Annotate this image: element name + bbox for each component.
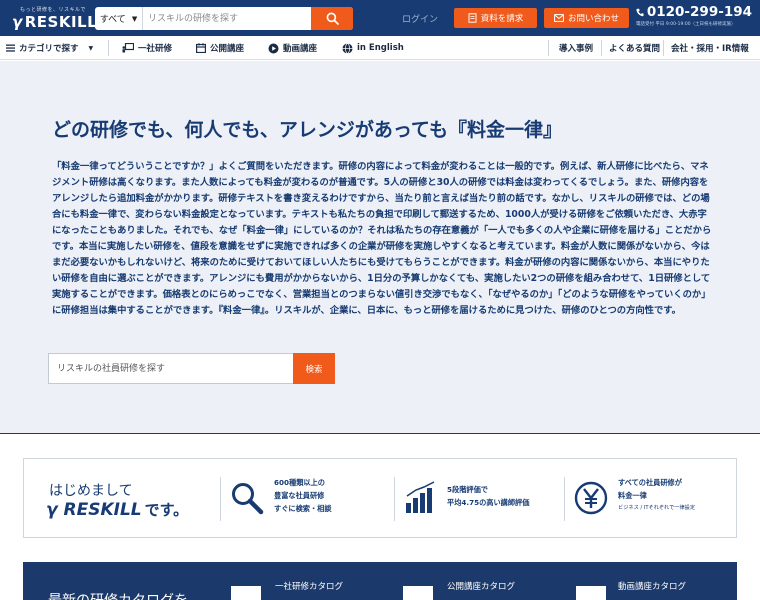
flat-rate-hero: どの研修でも、何人でも、アレンジがあっても『料金一律』 「料金一律ってどういうこ… [0, 61, 760, 434]
nav-divider [663, 40, 664, 56]
logo-mark-icon: γ [46, 500, 58, 520]
nav-item-label: 導入事例 [559, 44, 594, 54]
nav-item-company[interactable]: 会社・採用・IR情報 [671, 36, 749, 60]
login-link[interactable]: ログイン [402, 12, 438, 25]
page-title: どの研修でも、何人でも、アレンジがあっても『料金一律』 [52, 119, 562, 141]
intro-brand-logo: γ RESKILL [46, 500, 142, 520]
menu-icon [6, 44, 15, 52]
catalog-video-link[interactable]: 動画講座カタログ [618, 580, 686, 592]
intro-brand-suffix: です。 [144, 501, 189, 519]
nav-item-label: 会社・採用・IR情報 [671, 44, 749, 54]
contact-label: お問い合わせ [567, 14, 619, 24]
feature-line: 平均4.75の高い講師評価 [447, 498, 530, 507]
top-header: もっと研修を、リスキルで γ RESKILL すべて ▼ ログイン 資料を請求 [0, 0, 760, 36]
intro-divider [220, 477, 221, 521]
feature-subnote: ビジネス / ITそれぞれで一律設定 [618, 505, 696, 511]
catalog-thumbnail[interactable] [403, 586, 433, 600]
catalog-open-link[interactable]: 公開講座カタログ [447, 580, 515, 592]
intro-brand-text: RESKILL [63, 500, 142, 520]
document-icon [468, 13, 477, 23]
intro-band: はじめまして γ RESKILL です。 600種類以上の 豊富な社員研修 すぐ… [23, 458, 737, 538]
nav-item-label: 動画講座 [283, 44, 318, 54]
bar-chart-icon [406, 481, 435, 513]
catalog-band: 最新の研修カタログを 一社研修カタログ 公開講座カタログ 動画講座カタログ [23, 562, 737, 600]
search-icon [326, 12, 339, 25]
nav-item-label: in English [357, 43, 404, 53]
logo-tagline: もっと研修を、リスキルで [20, 7, 87, 13]
phone-icon [636, 8, 644, 16]
phone-number-text: 0120-299-194 [646, 4, 752, 20]
presentation-icon [122, 43, 134, 53]
yen-icon [574, 481, 608, 515]
mail-icon [554, 14, 564, 22]
feature-line: 5段階評価で [447, 485, 488, 494]
nav-categories-label: カテゴリで探す [19, 44, 79, 54]
play-circle-icon [268, 43, 279, 53]
chevron-down-icon: ▼ [131, 14, 138, 23]
logo-text: RESKILL [24, 13, 98, 31]
feature-flat-rate: すべての社員研修が 料金一律 ビジネス / ITそれぞれで一律設定 [618, 476, 695, 515]
nav-categories[interactable]: カテゴリで探す ▼ [6, 36, 93, 60]
search-category-select[interactable]: すべて ▼ [95, 7, 143, 30]
nav-divider [108, 40, 109, 56]
phone-number: 0120-299-194 [636, 4, 752, 20]
main-nav: カテゴリで探す ▼ 一社研修 公開講座 動画講座 in English 導入事例… [0, 36, 760, 60]
chevron-down-icon: ▼ [88, 44, 94, 52]
nav-item-label: 公開講座 [210, 44, 245, 54]
feature-line: 豊富な社員研修 [274, 491, 325, 500]
intro-brand: γ RESKILL です。 [46, 499, 188, 520]
magnifier-icon [232, 483, 264, 515]
feature-rating: 5段階評価で 平均4.75の高い講師評価 [447, 483, 529, 509]
phone-block[interactable]: 0120-299-194 電話受付 平日 9:00-19:00（土日祝も研修実施… [636, 4, 752, 27]
contact-button[interactable]: お問い合わせ [544, 8, 629, 28]
globe-icon [342, 42, 353, 54]
feature-line: すべての社員研修が [618, 478, 682, 487]
nav-item-case-studies[interactable]: 導入事例 [559, 36, 593, 60]
feature-line: すぐに検索・相談 [274, 504, 332, 513]
intro-greeting: はじめまして [49, 483, 133, 499]
nav-item-label: よくある質問 [609, 44, 661, 54]
feature-catalog: 600種類以上の 豊富な社員研修 すぐに検索・相談 [274, 476, 332, 515]
training-search-input[interactable] [48, 353, 293, 384]
catalog-inhouse-link[interactable]: 一社研修カタログ [275, 580, 343, 592]
reskill-logo[interactable]: もっと研修を、リスキルで γ RESKILL [12, 6, 97, 32]
catalog-thumbnail[interactable] [576, 586, 606, 600]
catalog-lead: 最新の研修カタログを [48, 590, 188, 600]
training-search: 検索 [48, 353, 335, 384]
nav-item-label: 一社研修 [138, 44, 173, 54]
nav-item-video-courses[interactable]: 動画講座 [268, 36, 317, 60]
logo-wordmark: γ RESKILL [12, 13, 97, 31]
intro-divider [394, 477, 395, 521]
intro-divider [564, 477, 565, 521]
training-search-button[interactable]: 検索 [293, 353, 335, 384]
nav-item-inhouse-training[interactable]: 一社研修 [122, 36, 172, 60]
header-search-button[interactable] [311, 7, 353, 30]
feature-line: 600種類以上の [274, 478, 325, 487]
hero-body-text: 「料金一律ってどういうことですか？」よくご質問をいただきます。研修の内容によって… [52, 161, 712, 316]
nav-divider [548, 40, 549, 56]
request-docs-button[interactable]: 資料を請求 [454, 8, 537, 28]
feature-line: 料金一律 [618, 491, 647, 500]
search-category-value: すべて [99, 15, 126, 25]
request-docs-label: 資料を請求 [480, 14, 524, 24]
nav-divider [601, 40, 602, 56]
catalog-thumbnail[interactable] [231, 586, 261, 600]
nav-item-faq[interactable]: よくある質問 [609, 36, 660, 60]
phone-hours: 電話受付 平日 9:00-19:00（土日祝も研修実施） [636, 22, 736, 27]
logo-mark-icon: γ [12, 13, 23, 31]
calendar-icon [196, 43, 206, 53]
nav-item-open-courses[interactable]: 公開講座 [196, 36, 244, 60]
nav-item-english[interactable]: in English [342, 36, 404, 60]
header-search-input[interactable] [143, 7, 311, 30]
header-search: すべて ▼ [95, 7, 353, 30]
